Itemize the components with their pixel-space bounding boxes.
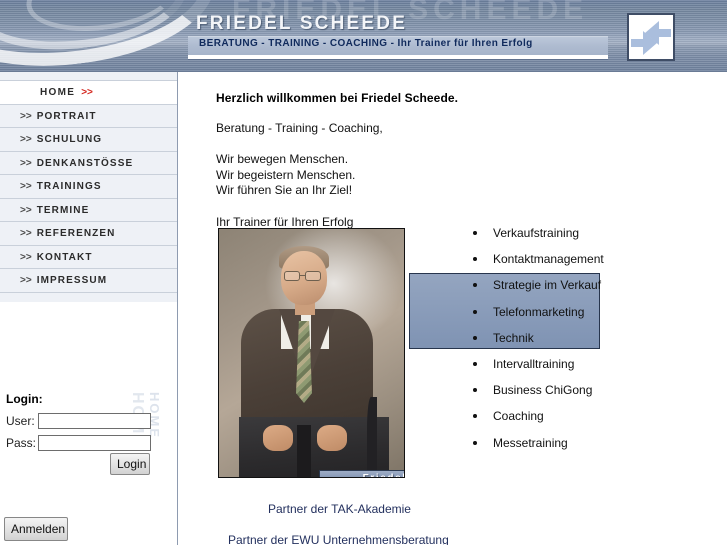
service-item: Kontaktmanagement	[467, 246, 604, 272]
claim-line: Wir bewegen Menschen.	[216, 152, 349, 166]
partner-tak: Partner der TAK-Akademie	[268, 502, 411, 516]
sidebar-item-impressum[interactable]: >> IMPRESSUM	[0, 269, 177, 293]
sidebar-item-schulung[interactable]: >> SCHULUNG	[0, 128, 177, 152]
login-title: Login:	[6, 392, 43, 406]
service-item: Verkaufstraining	[467, 220, 604, 246]
photo-glasses-bridge	[300, 275, 305, 277]
claim-line: Wir führen Sie an Ihr Ziel!	[216, 183, 353, 197]
chevron-right-icon: >>	[20, 110, 32, 122]
main-content: Herzlich willkommen bei Friedel Scheede.…	[179, 72, 727, 545]
sidebar-item-label: TRAININGS	[36, 181, 102, 192]
service-item: Coaching	[467, 403, 604, 429]
sidebar-item-home[interactable]: HOME >>	[0, 81, 177, 105]
sidebar-nav: HOME >> >> PORTRAIT >> SCHULUNG >> DENKANSTÖSSE…	[0, 72, 178, 545]
user-input[interactable]	[38, 412, 151, 429]
sidebar-item-denkanst-sse[interactable]: >> DENKANSTÖSSE	[0, 151, 177, 175]
sidebar-item-termine[interactable]: >> TERMINE	[0, 198, 177, 222]
sidebar-item-label: HOME	[40, 87, 76, 98]
service-item: Business ChiGong	[467, 377, 604, 403]
sidebar-item-referenzen[interactable]: >> REFERENZEN	[0, 222, 177, 246]
logo-button[interactable]	[627, 13, 675, 61]
login-button[interactable]: Login	[110, 453, 150, 475]
chevron-right-icon: >>	[20, 251, 32, 263]
page-title: Herzlich willkommen bei Friedel Scheede.	[216, 91, 459, 105]
sidebar-item-list: HOME >> >> PORTRAIT >> SCHULUNG >> DENKANSTÖSSE…	[0, 81, 177, 293]
sidebar-item-label: TERMINE	[36, 204, 90, 216]
photo-caption: Friedel Scheede	[319, 470, 404, 477]
service-item: Telefonmarketing	[467, 299, 604, 325]
photo-glasses-right	[305, 271, 321, 281]
service-item: Messetraining	[467, 430, 604, 456]
sidebar-item-label: DENKANSTÖSSE	[36, 157, 134, 169]
photo-tie	[296, 321, 312, 403]
chevron-right-icon: >>	[20, 157, 32, 169]
service-item: Intervalltraining	[467, 351, 604, 377]
site-title: FRIEDEL SCHEEDE	[196, 13, 408, 34]
user-label: User:	[6, 414, 35, 428]
sidebar-item-label: KONTAKT	[36, 251, 93, 263]
chevron-right-icon: >>	[20, 228, 32, 239]
photo-hand-left	[263, 425, 293, 451]
site-header: FRIEDEL SCHEEDE FRIEDEL SCHEEDE BERATUNG…	[0, 0, 727, 72]
partner-ewu: Partner der EWU Unternehmensberatung	[228, 533, 449, 545]
service-item: Strategie im Verkauf	[467, 272, 604, 298]
double-arrow-icon	[629, 15, 673, 59]
user-row: User:	[6, 412, 151, 430]
photo-lapel-right	[311, 309, 335, 375]
pass-input[interactable]	[38, 434, 151, 451]
photo-stool-back	[367, 397, 377, 477]
service-item: Technik	[467, 325, 604, 351]
services-list: Verkaufstraining Kontaktmanagement Strateg…	[467, 220, 604, 456]
site-subtitle: BERATUNG - TRAINING - COACHING - Ihr Tra…	[199, 38, 533, 49]
sidebar-item-kontakt[interactable]: >> KONTAKT	[0, 245, 177, 269]
pass-label: Pass:	[6, 436, 37, 450]
header-white-strip	[188, 55, 608, 60]
chevron-right-icon: >>	[20, 275, 32, 286]
page-root: FRIEDEL SCHEEDE FRIEDEL SCHEEDE BERATUNG…	[0, 0, 727, 545]
sidebar-item-portrait[interactable]: >> PORTRAIT	[0, 104, 177, 128]
photo-glasses-left	[284, 271, 300, 281]
claims-block: Wir bewegen Menschen. Wir begeistern Men…	[216, 152, 546, 199]
claim-line: Wir begeistern Menschen.	[216, 167, 356, 182]
chevron-right-icon: >>	[20, 181, 32, 192]
sidebar-item-label: SCHULUNG	[36, 134, 103, 145]
pass-row: Pass:	[6, 434, 151, 452]
photo-stool	[297, 425, 311, 477]
sidebar-item-label: REFERENZEN	[36, 228, 116, 239]
portrait-photo: Friedel Scheede	[218, 228, 405, 478]
photo-hand-right	[317, 425, 347, 451]
chevron-right-icon: >>	[20, 204, 32, 216]
sidebar-item-trainings[interactable]: >> TRAININGS	[0, 175, 177, 199]
sidebar-item-label: PORTRAIT	[36, 110, 97, 122]
chevron-right-icon: >>	[20, 134, 32, 145]
sidebar-item-label: IMPRESSUM	[36, 275, 108, 286]
sidebar-bottom-spacer	[0, 292, 177, 302]
anmelden-button[interactable]: Anmelden	[4, 517, 68, 541]
sidebar-top-spacer	[0, 72, 177, 81]
tagline: Beratung - Training - Coaching,	[216, 121, 383, 135]
chevron-right-icon: >>	[81, 87, 93, 98]
intro-block: Herzlich willkommen bei Friedel Scheede.…	[216, 91, 546, 230]
